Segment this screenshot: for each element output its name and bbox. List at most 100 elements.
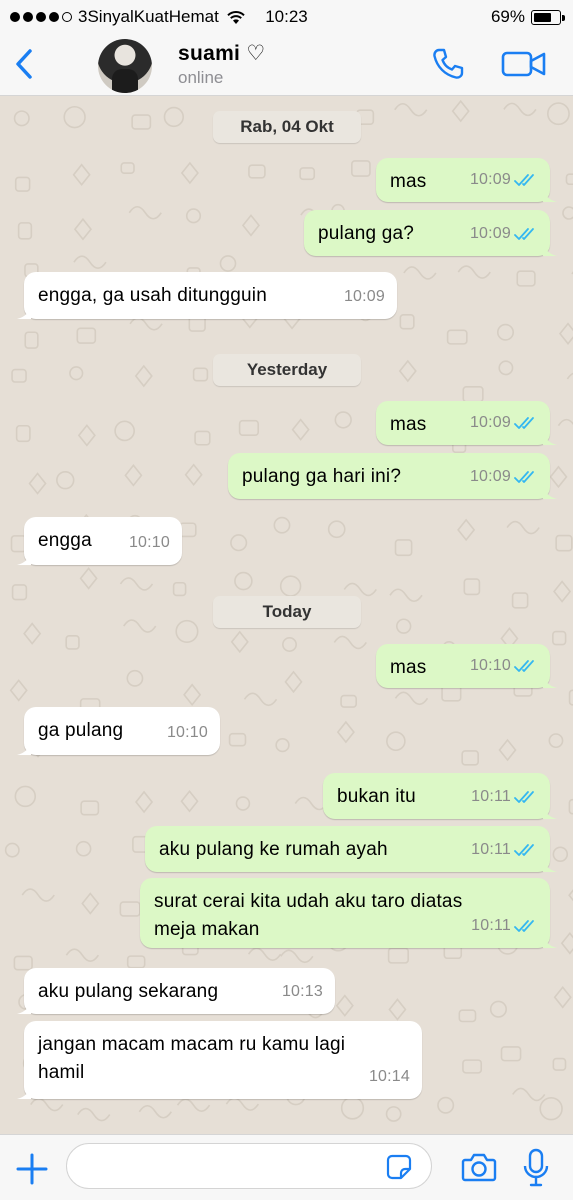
video-camera-icon[interactable] [501, 48, 547, 80]
wallpaper-doodle [552, 1057, 567, 1071]
wallpaper-doodle [192, 367, 209, 382]
clock: 10:23 [265, 7, 308, 26]
outgoing-message[interactable]: aku pulang ke rumah ayah 10:11 [145, 826, 557, 872]
read-receipt-icon [514, 228, 534, 240]
outgoing-message[interactable]: mas 10:10 [376, 644, 557, 688]
wallpaper-doodle [230, 534, 248, 552]
wallpaper-doodle [506, 520, 540, 535]
message-meta: 10:10 [129, 529, 170, 557]
wallpaper-doodle [394, 691, 429, 706]
phone-icon[interactable] [430, 46, 466, 82]
wallpaper-doodle [394, 539, 413, 557]
wallpaper-doodle [548, 733, 564, 749]
message-meta: 10:13 [282, 978, 323, 1006]
incoming-message[interactable]: engga, ga usah ditungguin 10:09 [17, 272, 397, 319]
message-meta: 10:09 [470, 463, 538, 491]
wallpaper-doodle [500, 1046, 522, 1062]
bubble-tail [543, 431, 557, 445]
read-receipt-icon [514, 417, 534, 429]
wallpaper-doodle [65, 635, 80, 650]
wallpaper-doodle [235, 796, 251, 811]
incoming-message[interactable]: aku pulang sekarang 10:13 [17, 968, 335, 1014]
wallpaper-doodle [386, 731, 406, 752]
wallpaper-doodle [69, 366, 84, 381]
wallpaper-doodle [446, 329, 468, 345]
status-bar-right: 69% [490, 7, 565, 27]
wallpaper-doodle [334, 411, 352, 429]
wallpaper-doodle [553, 986, 572, 1009]
wallpaper-doodle [14, 176, 31, 192]
wallpaper-doodle [128, 205, 162, 220]
microphone-icon[interactable] [522, 1148, 550, 1188]
bubble-tail [17, 551, 31, 565]
message-input[interactable] [66, 1143, 432, 1189]
wallpaper-doodle [512, 1087, 546, 1102]
incoming-message[interactable]: ga pulang 10:10 [17, 707, 220, 755]
outgoing-message[interactable]: mas 10:09 [376, 401, 557, 445]
outgoing-message[interactable]: pulang ga? 10:09 [304, 210, 557, 256]
chevron-left-icon[interactable] [10, 46, 40, 82]
wallpaper-doodle [568, 689, 573, 706]
wallpaper-doodle [11, 368, 27, 383]
message-text: pulang ga? [318, 223, 415, 244]
wallpaper-doodle [457, 518, 476, 542]
wallpaper-doodle [555, 534, 573, 552]
wallpaper-doodle [179, 522, 197, 538]
outgoing-message[interactable]: surat cerai kita udah aku taro diatas me… [140, 878, 557, 948]
wallpaper-doodle [126, 955, 146, 969]
wallpaper-doodle [225, 1097, 260, 1111]
plus-icon[interactable] [14, 1151, 50, 1187]
wallpaper-doodle [73, 217, 92, 241]
wallpaper-doodle [219, 255, 237, 272]
contact-status: online [178, 68, 224, 87]
bubble-tail [543, 188, 557, 202]
outgoing-message[interactable]: mas 10:09 [376, 158, 557, 202]
bubble-tail [543, 934, 557, 948]
incoming-message[interactable]: engga 10:10 [17, 517, 182, 565]
camera-icon[interactable] [461, 1151, 497, 1183]
chat-area[interactable]: Rab, 04 Okt mas 10:09 pulang ga? 10:09 en… [0, 96, 573, 1134]
message-meta: 10:10 [167, 719, 208, 747]
read-receipt-icon [514, 174, 534, 186]
message-time: 10:09 [343, 288, 385, 305]
wallpaper-doodle [241, 214, 260, 237]
wallpaper-doodle [403, 266, 437, 280]
message-time: 10:10 [469, 657, 511, 674]
wallpaper-doodle [194, 430, 211, 446]
wallpaper-doodle [114, 420, 135, 442]
wallpaper-doodle [134, 364, 153, 388]
wallpaper-doodle [461, 750, 479, 766]
wallpaper-doodle [394, 102, 428, 117]
message-time: 10:11 [471, 917, 511, 934]
wallpaper-doodle [73, 255, 107, 269]
message-text: aku pulang ke rumah ayah [159, 839, 388, 860]
wallpaper-doodle [553, 580, 572, 603]
wallpaper-doodle [17, 222, 33, 240]
wallpaper-doodle [184, 463, 203, 487]
avatar[interactable] [98, 39, 152, 93]
date-separator: Today [213, 596, 361, 628]
wallpaper-doodle [124, 464, 143, 487]
wallpaper-doodle [248, 164, 266, 179]
message-time: 10:09 [469, 171, 511, 188]
wallpaper-doodle [79, 567, 98, 590]
contact-name[interactable]: suami ♡ [178, 41, 265, 66]
wallpaper-doodle [387, 947, 409, 964]
wallpaper-doodle [9, 679, 28, 702]
wallpaper-doodle [28, 472, 47, 495]
wallpaper-doodle [80, 800, 100, 816]
incoming-message[interactable]: jangan macam macam ru kamu lagi hamil 10… [17, 1021, 422, 1099]
wallpaper-doodle [175, 619, 199, 644]
wallpaper-doodle [549, 465, 568, 489]
wallpaper-doodle [275, 737, 290, 753]
outgoing-message[interactable]: pulang ga hari ini? 10:09 [228, 453, 557, 499]
battery-percentage: 69% [490, 7, 525, 26]
outgoing-message[interactable]: bukan itu 10:11 [323, 773, 557, 819]
wallpaper-doodle [462, 386, 484, 403]
wallpaper-doodle [279, 575, 302, 597]
sticker-icon[interactable] [386, 1154, 412, 1180]
wallpaper-doodle [558, 322, 573, 345]
read-receipt-icon [514, 844, 534, 856]
message-meta: 10:11 [471, 836, 538, 864]
wallpaper-doodle [23, 622, 42, 645]
